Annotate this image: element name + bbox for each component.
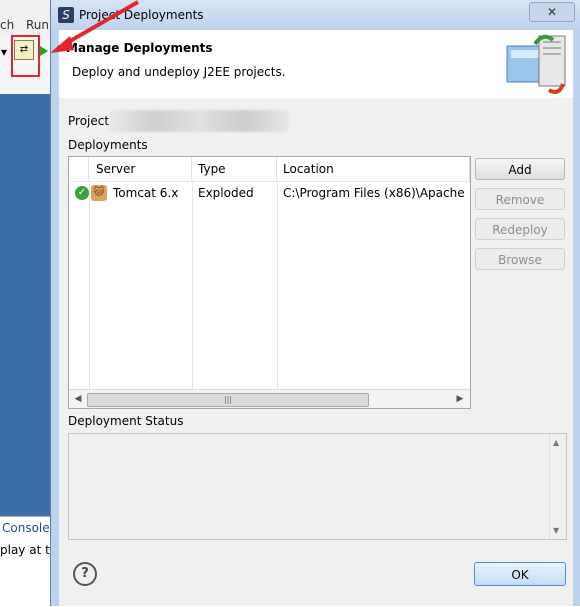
highlight-box	[11, 35, 40, 77]
ide-console-panel: play at thi Console play at thi	[0, 516, 61, 607]
scroll-up-icon[interactable]: ▲	[553, 438, 559, 447]
run-icon[interactable]	[40, 46, 48, 56]
deploy-banner-icon	[506, 34, 566, 94]
column-header-location[interactable]: Location	[277, 157, 470, 181]
dialog-content: Project Deployments Server Type Location…	[59, 98, 573, 606]
table-row[interactable]: ✓ 🐱 Tomcat 6.x Exploded C:\Program Files…	[69, 182, 470, 204]
deployments-label: Deployments	[68, 138, 148, 152]
dropdown-arrow-icon[interactable]: ▾	[1, 45, 7, 59]
remove-button[interactable]: Remove	[475, 188, 565, 210]
project-deployments-dialog: S Project Deployments ✕ Manage Deploymen…	[50, 0, 580, 606]
ide-menu-search[interactable]: ch	[0, 18, 14, 32]
column-divider	[277, 181, 278, 389]
type-cell: Exploded	[198, 186, 254, 200]
status-ok-icon: ✓	[75, 186, 89, 200]
help-button[interactable]: ?	[73, 562, 97, 586]
deployment-status-label: Deployment Status	[68, 414, 184, 428]
table-header: Server Type Location	[69, 157, 470, 182]
add-button[interactable]: Add	[475, 158, 565, 180]
browse-button[interactable]: Browse	[475, 248, 565, 270]
tomcat-icon: 🐱	[91, 185, 107, 201]
scroll-right-icon[interactable]: ▶	[453, 392, 467, 406]
annotation-arrow	[50, 0, 139, 53]
ide-editor-area	[0, 94, 50, 516]
ide-menu-run[interactable]: Run	[26, 18, 49, 32]
column-header-status[interactable]	[69, 157, 89, 181]
ok-button[interactable]: OK	[474, 562, 566, 586]
vertical-scrollbar[interactable]: ▲ ▼	[549, 434, 566, 539]
location-cell: C:\Program Files (x86)\Apache Soft	[283, 186, 469, 200]
scroll-down-icon[interactable]: ▼	[553, 526, 559, 535]
scroll-left-icon[interactable]: ◀	[71, 392, 85, 406]
close-button[interactable]: ✕	[529, 2, 575, 22]
column-divider	[89, 181, 90, 389]
deployment-status-box[interactable]: ▲ ▼	[68, 433, 567, 540]
column-divider	[192, 181, 193, 389]
column-header-type[interactable]: Type	[192, 157, 277, 181]
project-label: Project	[68, 114, 110, 128]
console-tab-label[interactable]: Console	[2, 521, 50, 535]
project-name-blurred	[109, 110, 289, 132]
horizontal-scrollbar[interactable]: ◀ ||| ▶	[69, 389, 470, 408]
scroll-thumb[interactable]: |||	[87, 393, 369, 407]
redeploy-button[interactable]: Redeploy	[475, 218, 565, 240]
deployments-table[interactable]: Server Type Location ✓ 🐱 Tomcat 6.x Expl…	[68, 156, 471, 409]
server-cell: Tomcat 6.x	[113, 186, 179, 200]
banner-subtitle: Deploy and undeploy J2EE projects.	[72, 65, 286, 79]
column-header-server[interactable]: Server	[89, 157, 192, 181]
